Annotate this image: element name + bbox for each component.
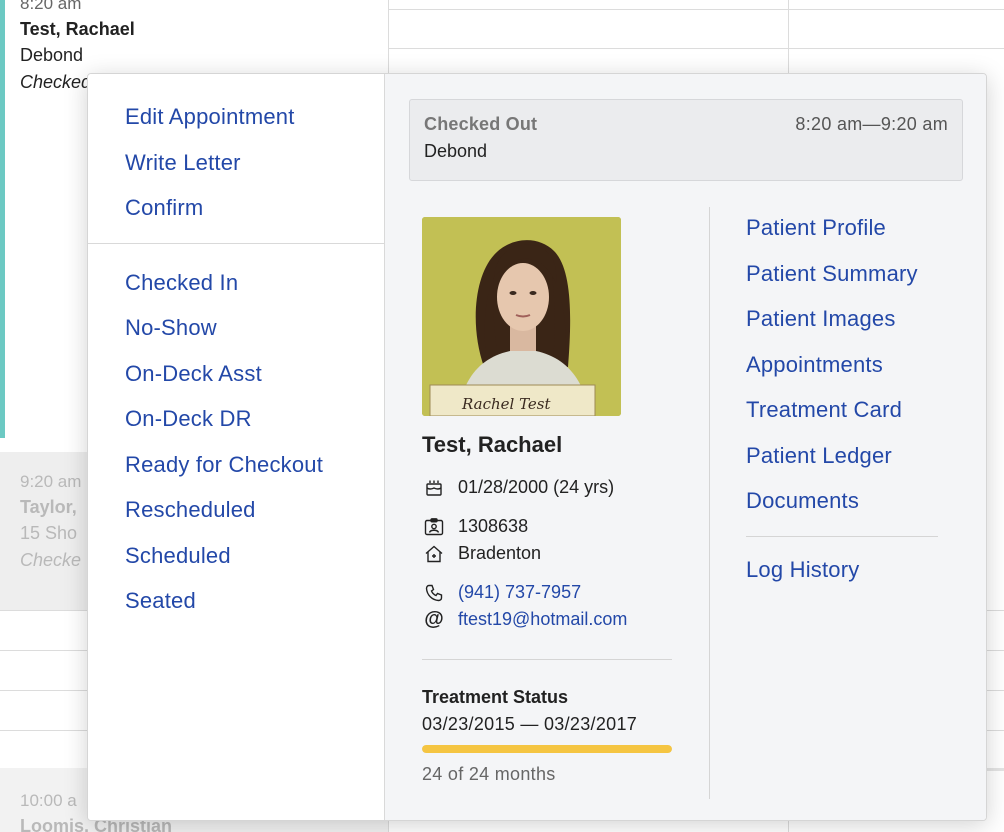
status-on-deck-dr-link[interactable]: On-Deck DR bbox=[125, 396, 384, 442]
patient-email-link[interactable]: ftest19@hotmail.com bbox=[458, 609, 627, 630]
patient-id: 1308638 bbox=[458, 516, 529, 536]
treatment-months: 24 of 24 months bbox=[422, 764, 556, 784]
status-scheduled-link[interactable]: Scheduled bbox=[125, 533, 384, 579]
patient-location: Bradenton bbox=[458, 543, 542, 563]
patient-links: Patient Profile Patient Summary Patient … bbox=[746, 205, 938, 592]
appointment-action-menu: Edit Appointment Write Letter Confirm Ch… bbox=[88, 74, 385, 820]
appointment-popover: Edit Appointment Write Letter Confirm Ch… bbox=[87, 73, 987, 821]
appointment-patient-name: Test, Rachael bbox=[20, 19, 135, 39]
patient-ledger-link[interactable]: Patient Ledger bbox=[746, 433, 938, 479]
documents-link[interactable]: Documents bbox=[746, 478, 938, 524]
divider bbox=[746, 535, 938, 537]
treatment-status-label: Treatment Status bbox=[422, 687, 569, 707]
patient-summary-link[interactable]: Patient Summary bbox=[746, 251, 938, 297]
patient-dob-row: 01/28/2000 (24 yrs) bbox=[422, 474, 672, 501]
status-seated-link[interactable]: Seated bbox=[125, 578, 384, 624]
patient-location-row: Bradenton bbox=[422, 540, 672, 567]
treatment-progress-bar bbox=[422, 745, 672, 753]
treatment-card-link[interactable]: Treatment Card bbox=[746, 387, 938, 433]
status-on-deck-asst-link[interactable]: On-Deck Asst bbox=[125, 351, 384, 397]
treatment-date-range: 03/23/2015 — 03/23/2017 bbox=[422, 714, 638, 734]
confirm-link[interactable]: Confirm bbox=[125, 185, 384, 231]
appointment-status-label: Checked Out bbox=[424, 114, 538, 134]
status-ready-for-checkout-link[interactable]: Ready for Checkout bbox=[125, 442, 384, 488]
at-sign-icon: @ bbox=[424, 608, 444, 630]
write-letter-link[interactable]: Write Letter bbox=[125, 140, 384, 186]
birthday-cake-icon bbox=[422, 478, 446, 498]
appointment-status-box: Checked Out 8:20 am—9:20 am Debond bbox=[409, 99, 963, 181]
appointment-type: Debond bbox=[20, 45, 84, 65]
patient-name: Test, Rachael bbox=[422, 432, 563, 457]
patient-email-row: @ ftest19@hotmail.com bbox=[422, 606, 672, 633]
appointment-type-label: Debond bbox=[424, 141, 488, 161]
phone-icon bbox=[422, 583, 446, 603]
slot-line bbox=[388, 48, 1004, 49]
status-rescheduled-link[interactable]: Rescheduled bbox=[125, 487, 384, 533]
patient-phone-row: (941) 737-7957 bbox=[422, 579, 672, 606]
appointment-time-range: 8:20 am—9:20 am bbox=[795, 114, 948, 134]
column-divider bbox=[709, 207, 710, 799]
patient-dob: 01/28/2000 (24 yrs) bbox=[458, 477, 615, 497]
status-no-show-link[interactable]: No-Show bbox=[125, 305, 384, 351]
log-history-link[interactable]: Log History bbox=[746, 547, 938, 593]
id-badge-icon bbox=[422, 517, 446, 537]
photo-sign-text: Rachel Test bbox=[461, 395, 552, 413]
appointment-detail-panel: Checked Out 8:20 am—9:20 am Debond Rache… bbox=[385, 74, 986, 820]
treatment-progress-fill bbox=[422, 745, 672, 753]
appointment-time: 8:20 am bbox=[20, 0, 82, 13]
patient-images-link[interactable]: Patient Images bbox=[746, 296, 938, 342]
edit-appointment-link[interactable]: Edit Appointment bbox=[125, 94, 384, 140]
patient-profile-link[interactable]: Patient Profile bbox=[746, 205, 938, 251]
divider bbox=[422, 659, 672, 660]
status-checked-in-link[interactable]: Checked In bbox=[125, 260, 384, 306]
action-group: Edit Appointment Write Letter Confirm bbox=[88, 74, 384, 243]
patient-photo: Rachel Test bbox=[422, 217, 621, 416]
patient-phone-link[interactable]: (941) 737-7957 bbox=[458, 582, 581, 603]
status-group: Checked In No-Show On-Deck Asst On-Deck … bbox=[88, 242, 384, 636]
patient-info: Rachel Test Test, Rachael 01/28/2000 (24… bbox=[422, 217, 672, 785]
home-icon bbox=[422, 544, 446, 564]
appointments-link[interactable]: Appointments bbox=[746, 342, 938, 388]
patient-id-row: 1308638 bbox=[422, 513, 672, 540]
slot-line bbox=[388, 9, 1004, 10]
